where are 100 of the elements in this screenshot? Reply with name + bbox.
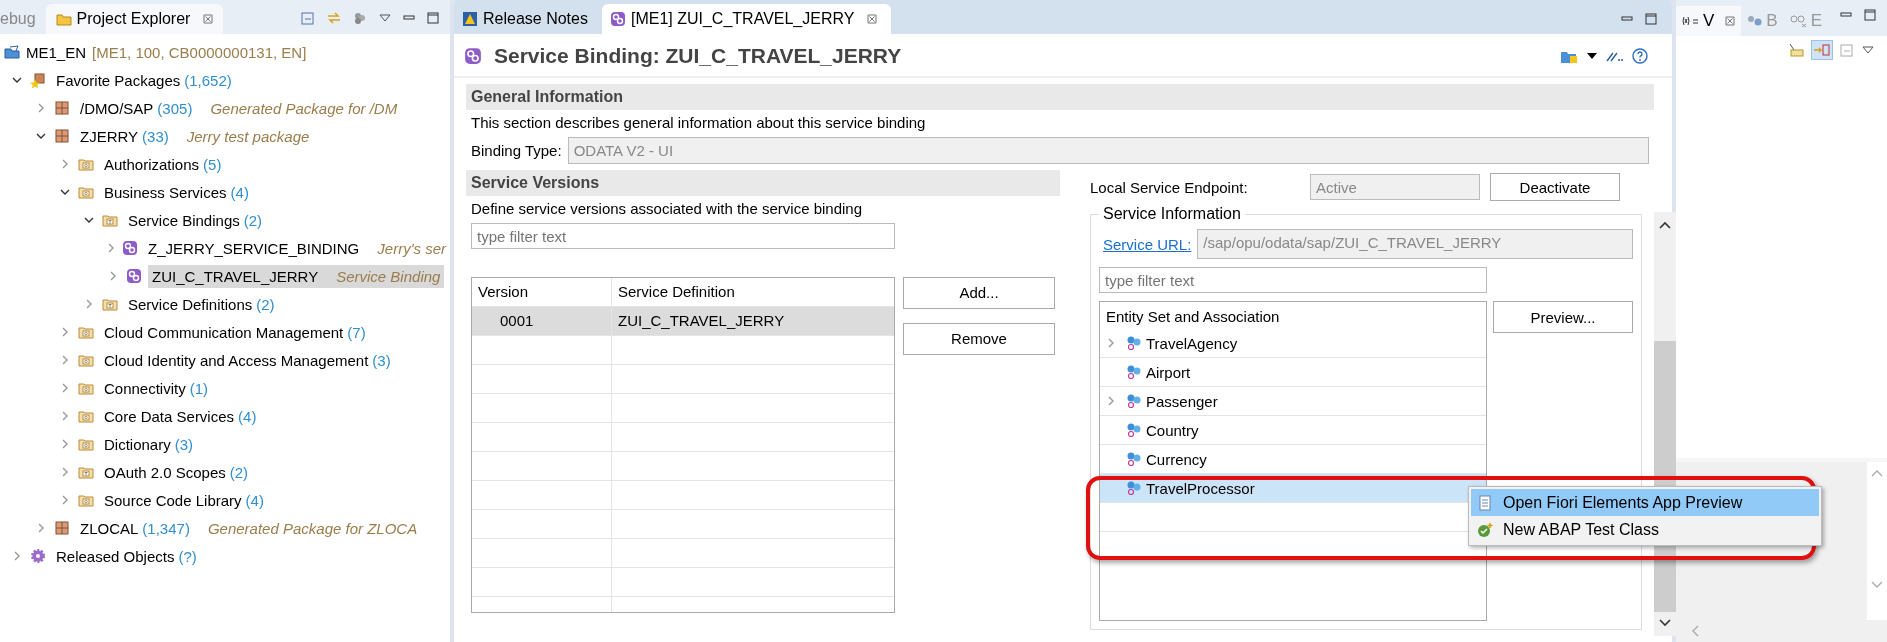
link-icon <box>126 268 142 284</box>
field-label: Local Service Endpoint: <box>1090 178 1249 196</box>
folder-icon <box>55 11 72 27</box>
tree-item[interactable]: Favorite Packages <box>56 71 181 89</box>
package-icon <box>54 100 70 116</box>
table-row[interactable]: 0001 ZUI_C_TRAVEL_JERRY <box>472 306 894 336</box>
entity-row[interactable]: Airport <box>1100 358 1486 387</box>
link-icon <box>464 47 482 65</box>
tree-item[interactable]: Service Bindings <box>128 211 240 229</box>
folder-icon <box>102 296 118 312</box>
tree-item[interactable]: Source Code Library <box>104 491 242 509</box>
entity-row[interactable]: Country <box>1100 416 1486 445</box>
action-button[interactable]: Remove <box>903 322 1055 355</box>
item-count: (2) <box>229 463 249 481</box>
project-icon <box>4 44 20 60</box>
close-icon[interactable] <box>1725 16 1736 26</box>
tree-item[interactable]: Core Data Services <box>104 407 235 425</box>
link-icon <box>122 240 139 256</box>
tree-item[interactable]: ZJERRY <box>80 127 139 145</box>
document-icon <box>1477 494 1493 511</box>
item-count: (4) <box>238 407 257 425</box>
expand-toggle[interactable] <box>58 187 72 197</box>
expand-toggle[interactable] <box>10 75 24 85</box>
folder-icon <box>78 352 94 368</box>
scroll-down-icon[interactable] <box>1659 618 1671 628</box>
tree-item[interactable]: /DMO/SAP <box>80 99 154 117</box>
dropdown-icon[interactable] <box>1586 51 1598 61</box>
link-arrows-icon[interactable] <box>326 10 342 26</box>
service-url-link[interactable]: Service URL: <box>1103 235 1192 253</box>
tree-item[interactable]: Service Definitions <box>128 295 253 313</box>
tree-item[interactable]: ZLOCAL <box>80 519 139 537</box>
tree-item[interactable]: Cloud Communication Management <box>104 323 344 341</box>
action-button[interactable]: Add... <box>903 276 1055 309</box>
item-description: Generated Package for ZLOCA <box>207 519 418 537</box>
tree-item[interactable]: ZUI_C_TRAVEL_JERRY <box>152 267 319 285</box>
maximize-icon[interactable] <box>1644 12 1658 26</box>
filter-field[interactable]: type filter text <box>471 223 895 249</box>
item-count: (3) <box>372 351 391 369</box>
folder-icon <box>78 156 94 172</box>
close-icon[interactable] <box>867 14 878 24</box>
item-description: Jerry's ser <box>377 239 446 257</box>
expand-toggle[interactable] <box>34 131 48 141</box>
maximize-icon[interactable] <box>426 11 440 25</box>
deactivate-button[interactable]: Deactivate <box>1490 173 1620 201</box>
slashes-icon[interactable] <box>1606 50 1624 62</box>
tree-item[interactable]: Released Objects <box>56 547 175 565</box>
package-icon <box>54 520 70 536</box>
editor-title: Service Binding: ZUI_C_TRAVEL_JERRY <box>494 44 902 68</box>
collapse-all-icon[interactable] <box>1839 42 1855 58</box>
item-count: (33) <box>142 127 169 145</box>
tree-item[interactable]: Business Services <box>104 183 227 201</box>
view-tab[interactable]: Project Explorer <box>45 4 224 34</box>
entity-row[interactable]: TravelAgency <box>1100 329 1486 358</box>
item-count: (3) <box>174 435 194 453</box>
folder-icon <box>78 492 94 508</box>
preview-button[interactable]: Preview... <box>1493 301 1633 333</box>
column-header[interactable]: Service Definition <box>612 277 894 306</box>
tree-item[interactable]: Z_JERRY_SERVICE_BINDING <box>148 239 360 257</box>
maximize-icon[interactable] <box>1863 8 1877 22</box>
item-description: Jerry test package <box>186 127 310 145</box>
folder-icon <box>78 324 94 340</box>
view-tab[interactable]: V <box>1676 6 1742 36</box>
section-header: General Information <box>466 84 1654 110</box>
folder-icon <box>102 212 118 228</box>
folder-icon <box>78 408 94 424</box>
item-count: (305) <box>157 99 193 117</box>
tree-item[interactable]: Authorizations <box>104 155 200 173</box>
column-header[interactable]: Version <box>472 277 612 306</box>
menu-item[interactable]: Open Fiori Elements App Preview <box>1471 489 1819 516</box>
dots-icon <box>1747 15 1764 27</box>
item-count: (2) <box>256 295 275 313</box>
tree-header: Entity Set and Association <box>1105 307 1281 327</box>
package-icon <box>54 128 70 144</box>
editor-tab[interactable]: [ME1] ZUI_C_TRAVEL_JERRY <box>601 4 892 34</box>
table-cell-text: ZUI_C_TRAVEL_JERRY <box>617 311 786 331</box>
scroll-up-icon[interactable] <box>1659 220 1671 230</box>
help-icon[interactable] <box>1632 48 1648 64</box>
connection-info: [ME1, 100, CB0000000131, EN] <box>92 43 307 61</box>
tree-item[interactable]: OAuth 2.0 Scopes <box>104 463 226 481</box>
variables-icon <box>1682 16 1700 26</box>
entity-icon <box>1126 335 1142 351</box>
tree-item[interactable]: ME1_EN <box>26 43 87 61</box>
entity-row[interactable]: Passenger <box>1100 387 1486 416</box>
menu-item[interactable]: New ABAP Test Class <box>1471 516 1819 543</box>
expand-toggle[interactable] <box>1106 396 1116 406</box>
filter-field[interactable]: type filter text <box>1099 267 1487 293</box>
editor-tab[interactable]: Release Notes <box>454 4 602 34</box>
table-cell: 0001 <box>472 306 612 335</box>
tree-item[interactable]: Connectivity <box>104 379 186 397</box>
scroll-left-icon[interactable] <box>1690 625 1700 637</box>
notes-icon <box>462 11 478 27</box>
expand-toggle[interactable] <box>82 215 96 225</box>
expand-toggle[interactable] <box>1106 338 1116 348</box>
show-logical-structure-button[interactable] <box>1811 40 1833 60</box>
tree-item[interactable]: Dictionary <box>104 435 171 453</box>
collapse-all-icon[interactable] <box>300 10 316 26</box>
item-count: (1,652) <box>184 71 232 89</box>
folder-icon <box>78 436 94 452</box>
close-icon[interactable] <box>203 14 214 24</box>
tree-item[interactable]: Cloud Identity and Access Management <box>104 351 369 369</box>
